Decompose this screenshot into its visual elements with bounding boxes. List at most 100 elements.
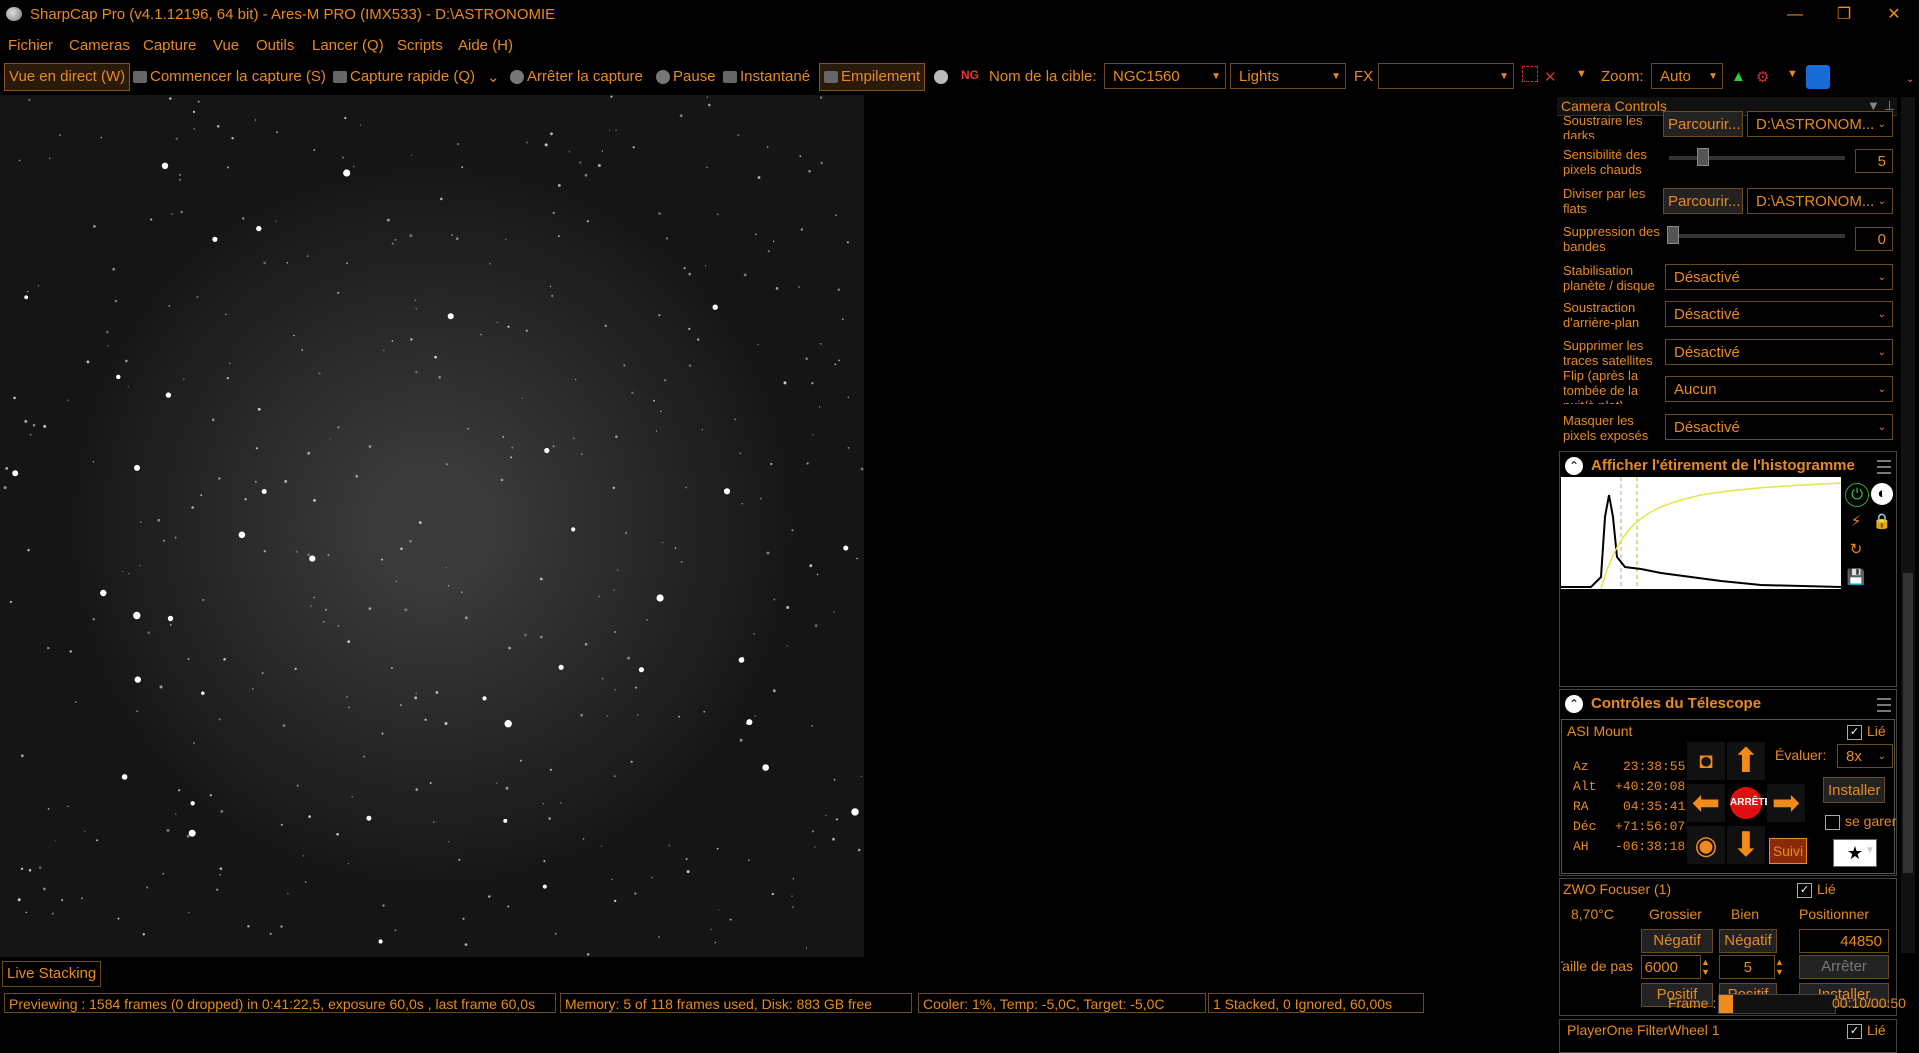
pause-button[interactable]: Pause xyxy=(656,68,716,85)
close-button[interactable]: ✕ xyxy=(1882,4,1906,26)
mount-linked-checkbox[interactable]: ✓ xyxy=(1847,725,1862,740)
satellite-combo[interactable]: Désactivé ⌄ xyxy=(1665,339,1893,365)
reset-icon[interactable]: ↻ xyxy=(1845,539,1867,561)
contrast-icon[interactable]: ◐ xyxy=(1871,483,1893,505)
lightning-icon[interactable]: ⚡ xyxy=(1845,511,1867,533)
arrow-right-icon[interactable]: ➡ xyxy=(1767,784,1805,822)
menu-aide[interactable]: Aide (H) xyxy=(458,37,513,54)
filterwheel-linked-checkbox[interactable]: ✓ xyxy=(1847,1024,1862,1039)
app-icon xyxy=(6,7,22,21)
fx-combo[interactable]: ▼ xyxy=(1378,63,1514,89)
arrow-down-icon[interactable]: ⬇ xyxy=(1727,826,1765,864)
mask-combo[interactable]: Désactivé ⌄ xyxy=(1665,414,1893,440)
hotpixel-slider-thumb[interactable] xyxy=(1697,148,1709,166)
chevron-down-icon: ⌄ xyxy=(1877,196,1886,207)
crosshair-icon[interactable]: ✕ xyxy=(1544,68,1557,86)
menu-outils[interactable]: Outils xyxy=(256,37,294,54)
save-icon[interactable]: 💾 xyxy=(1845,567,1867,589)
chevron-down-icon: ▼ xyxy=(1499,71,1509,82)
histogram-plot[interactable] xyxy=(1561,477,1841,589)
flats-browse-button[interactable]: Parcourir... xyxy=(1663,188,1743,214)
rate-combo[interactable]: 8x ⌄ xyxy=(1837,744,1893,768)
settings-dropdown-icon[interactable]: ▼ xyxy=(1787,68,1798,80)
feather-icon[interactable] xyxy=(1806,65,1830,89)
start-capture-button[interactable]: Commencer la capture (S) xyxy=(133,68,326,85)
telescope-title: Contrôles du Télescope xyxy=(1591,695,1762,712)
coarse-label: Grossier xyxy=(1649,906,1702,922)
fine-spinner-icon[interactable]: ▲ ▼ xyxy=(1775,957,1784,977)
menu-vue[interactable]: Vue xyxy=(213,37,239,54)
menu-lancer[interactable]: Lancer (Q) xyxy=(312,37,384,54)
spiral-icon[interactable]: ◘ xyxy=(1687,742,1725,780)
stop-mount-button[interactable]: ARRÊTE xyxy=(1730,787,1771,819)
histogram-icon[interactable]: ▲ xyxy=(1731,68,1746,85)
star-dropdown-icon[interactable]: ▼ xyxy=(1865,843,1875,858)
hotpixel-slider[interactable] xyxy=(1669,156,1845,160)
toolbar-overflow-icon[interactable]: ⌄ xyxy=(1906,74,1914,85)
banding-value[interactable]: 0 xyxy=(1855,227,1893,251)
zoom-combo[interactable]: Auto ▼ xyxy=(1651,63,1723,89)
stabilisation-label: Stabilisation planète / disque xyxy=(1563,263,1655,293)
power-icon[interactable]: ⏻ xyxy=(1845,483,1869,507)
tools-dropdown-icon[interactable]: ▼ xyxy=(1576,68,1587,80)
tracking-button[interactable]: Suivi xyxy=(1769,838,1807,864)
menu-capture[interactable]: Capture xyxy=(143,37,196,54)
star-field-image xyxy=(3,95,864,956)
quick-capture-dropdown-icon[interactable]: ⌄ xyxy=(487,68,500,86)
planet-icon[interactable] xyxy=(934,68,951,85)
snapshot-button[interactable]: Instantané xyxy=(723,68,810,85)
focuser-temperature: 8,70°C xyxy=(1571,906,1614,922)
coarse-step-field[interactable]: 6000 xyxy=(1641,955,1701,979)
stabilisation-combo[interactable]: Désactivé ⌄ xyxy=(1665,264,1893,290)
gear-icon[interactable]: ⚙ xyxy=(1756,68,1769,86)
restore-button[interactable]: ❐ xyxy=(1832,4,1856,26)
banding-slider[interactable] xyxy=(1669,234,1845,238)
quick-capture-button[interactable]: Capture rapide (Q) xyxy=(333,68,475,85)
collapse-telescope-icon[interactable]: ⌃ xyxy=(1565,695,1583,713)
mount-install-button[interactable]: Installer xyxy=(1823,777,1885,803)
frame-type-combo[interactable]: Lights ▼ xyxy=(1230,63,1346,89)
darks-browse-button[interactable]: Parcourir... xyxy=(1663,111,1743,137)
hotpixel-value[interactable]: 5 xyxy=(1855,149,1893,173)
coarse-spinner-icon[interactable]: ▲ ▼ xyxy=(1701,957,1710,977)
collapse-histogram-icon[interactable]: ⌃ xyxy=(1565,457,1583,475)
focuser-stop-button[interactable]: Arrêter xyxy=(1799,955,1889,979)
stop-capture-button[interactable]: Arrêter la capture xyxy=(510,68,643,85)
panel-scrollbar-thumb[interactable] xyxy=(1903,573,1913,873)
lock-icon[interactable]: 🔒 xyxy=(1871,511,1893,533)
telescope-menu-icon[interactable] xyxy=(1877,698,1891,712)
fine-step-field[interactable]: 5 xyxy=(1719,955,1775,979)
live-stacking-tab[interactable]: Live Stacking xyxy=(2,961,102,987)
menu-fichier[interactable]: Fichier xyxy=(8,37,53,54)
ngc-icon[interactable]: NG xyxy=(961,68,979,82)
coarse-negative-button[interactable]: Négatif xyxy=(1641,929,1713,953)
arrow-up-icon[interactable]: ⬆ xyxy=(1727,742,1765,780)
banding-slider-thumb[interactable] xyxy=(1667,226,1679,244)
live-view-button[interactable]: Vue en direct (W) xyxy=(4,63,131,91)
menu-scripts[interactable]: Scripts xyxy=(397,37,443,54)
cooler-status: Cooler: 1%, Temp: -5,0C, Target: -5,0C xyxy=(918,993,1206,1013)
histogram-menu-icon[interactable] xyxy=(1877,460,1891,474)
chevron-down-icon: ▼ xyxy=(1211,71,1221,82)
stacking-button[interactable]: Empilement xyxy=(819,63,926,91)
target-name-combo[interactable]: NGC1560 ▼ xyxy=(1104,63,1226,89)
roi-icon[interactable] xyxy=(1522,66,1538,82)
darks-path-combo[interactable]: D:\ASTRONOM... ⌄ xyxy=(1747,111,1893,137)
flats-path-combo[interactable]: D:\ASTRONOM... ⌄ xyxy=(1747,188,1893,214)
background-combo[interactable]: Désactivé ⌄ xyxy=(1665,301,1893,327)
arrow-left-icon[interactable]: ⬅ xyxy=(1687,784,1725,822)
target-icon[interactable]: ◉ xyxy=(1687,826,1725,864)
fine-label: Bien xyxy=(1731,906,1760,922)
focuser-position-field[interactable]: 44850 xyxy=(1799,929,1889,953)
focuser-linked-checkbox[interactable]: ✓ xyxy=(1797,883,1812,898)
mount-coords: Az 23:38:55 Alt +40:20:08 RA 04:35:41 Déc +7… xyxy=(1573,759,1686,854)
park-checkbox[interactable] xyxy=(1825,815,1840,830)
chevron-down-icon: ⌄ xyxy=(1877,384,1886,395)
banding-label: Suppression des bandes xyxy=(1563,224,1660,254)
fine-negative-button[interactable]: Négatif xyxy=(1719,929,1777,953)
menu-cameras[interactable]: Cameras xyxy=(69,37,130,54)
flip-combo[interactable]: Aucun ⌄ xyxy=(1665,376,1893,402)
mount-linked-label: Lié xyxy=(1867,723,1886,739)
minimize-button[interactable]: — xyxy=(1783,4,1807,26)
chevron-down-icon: ⌄ xyxy=(1877,347,1886,358)
